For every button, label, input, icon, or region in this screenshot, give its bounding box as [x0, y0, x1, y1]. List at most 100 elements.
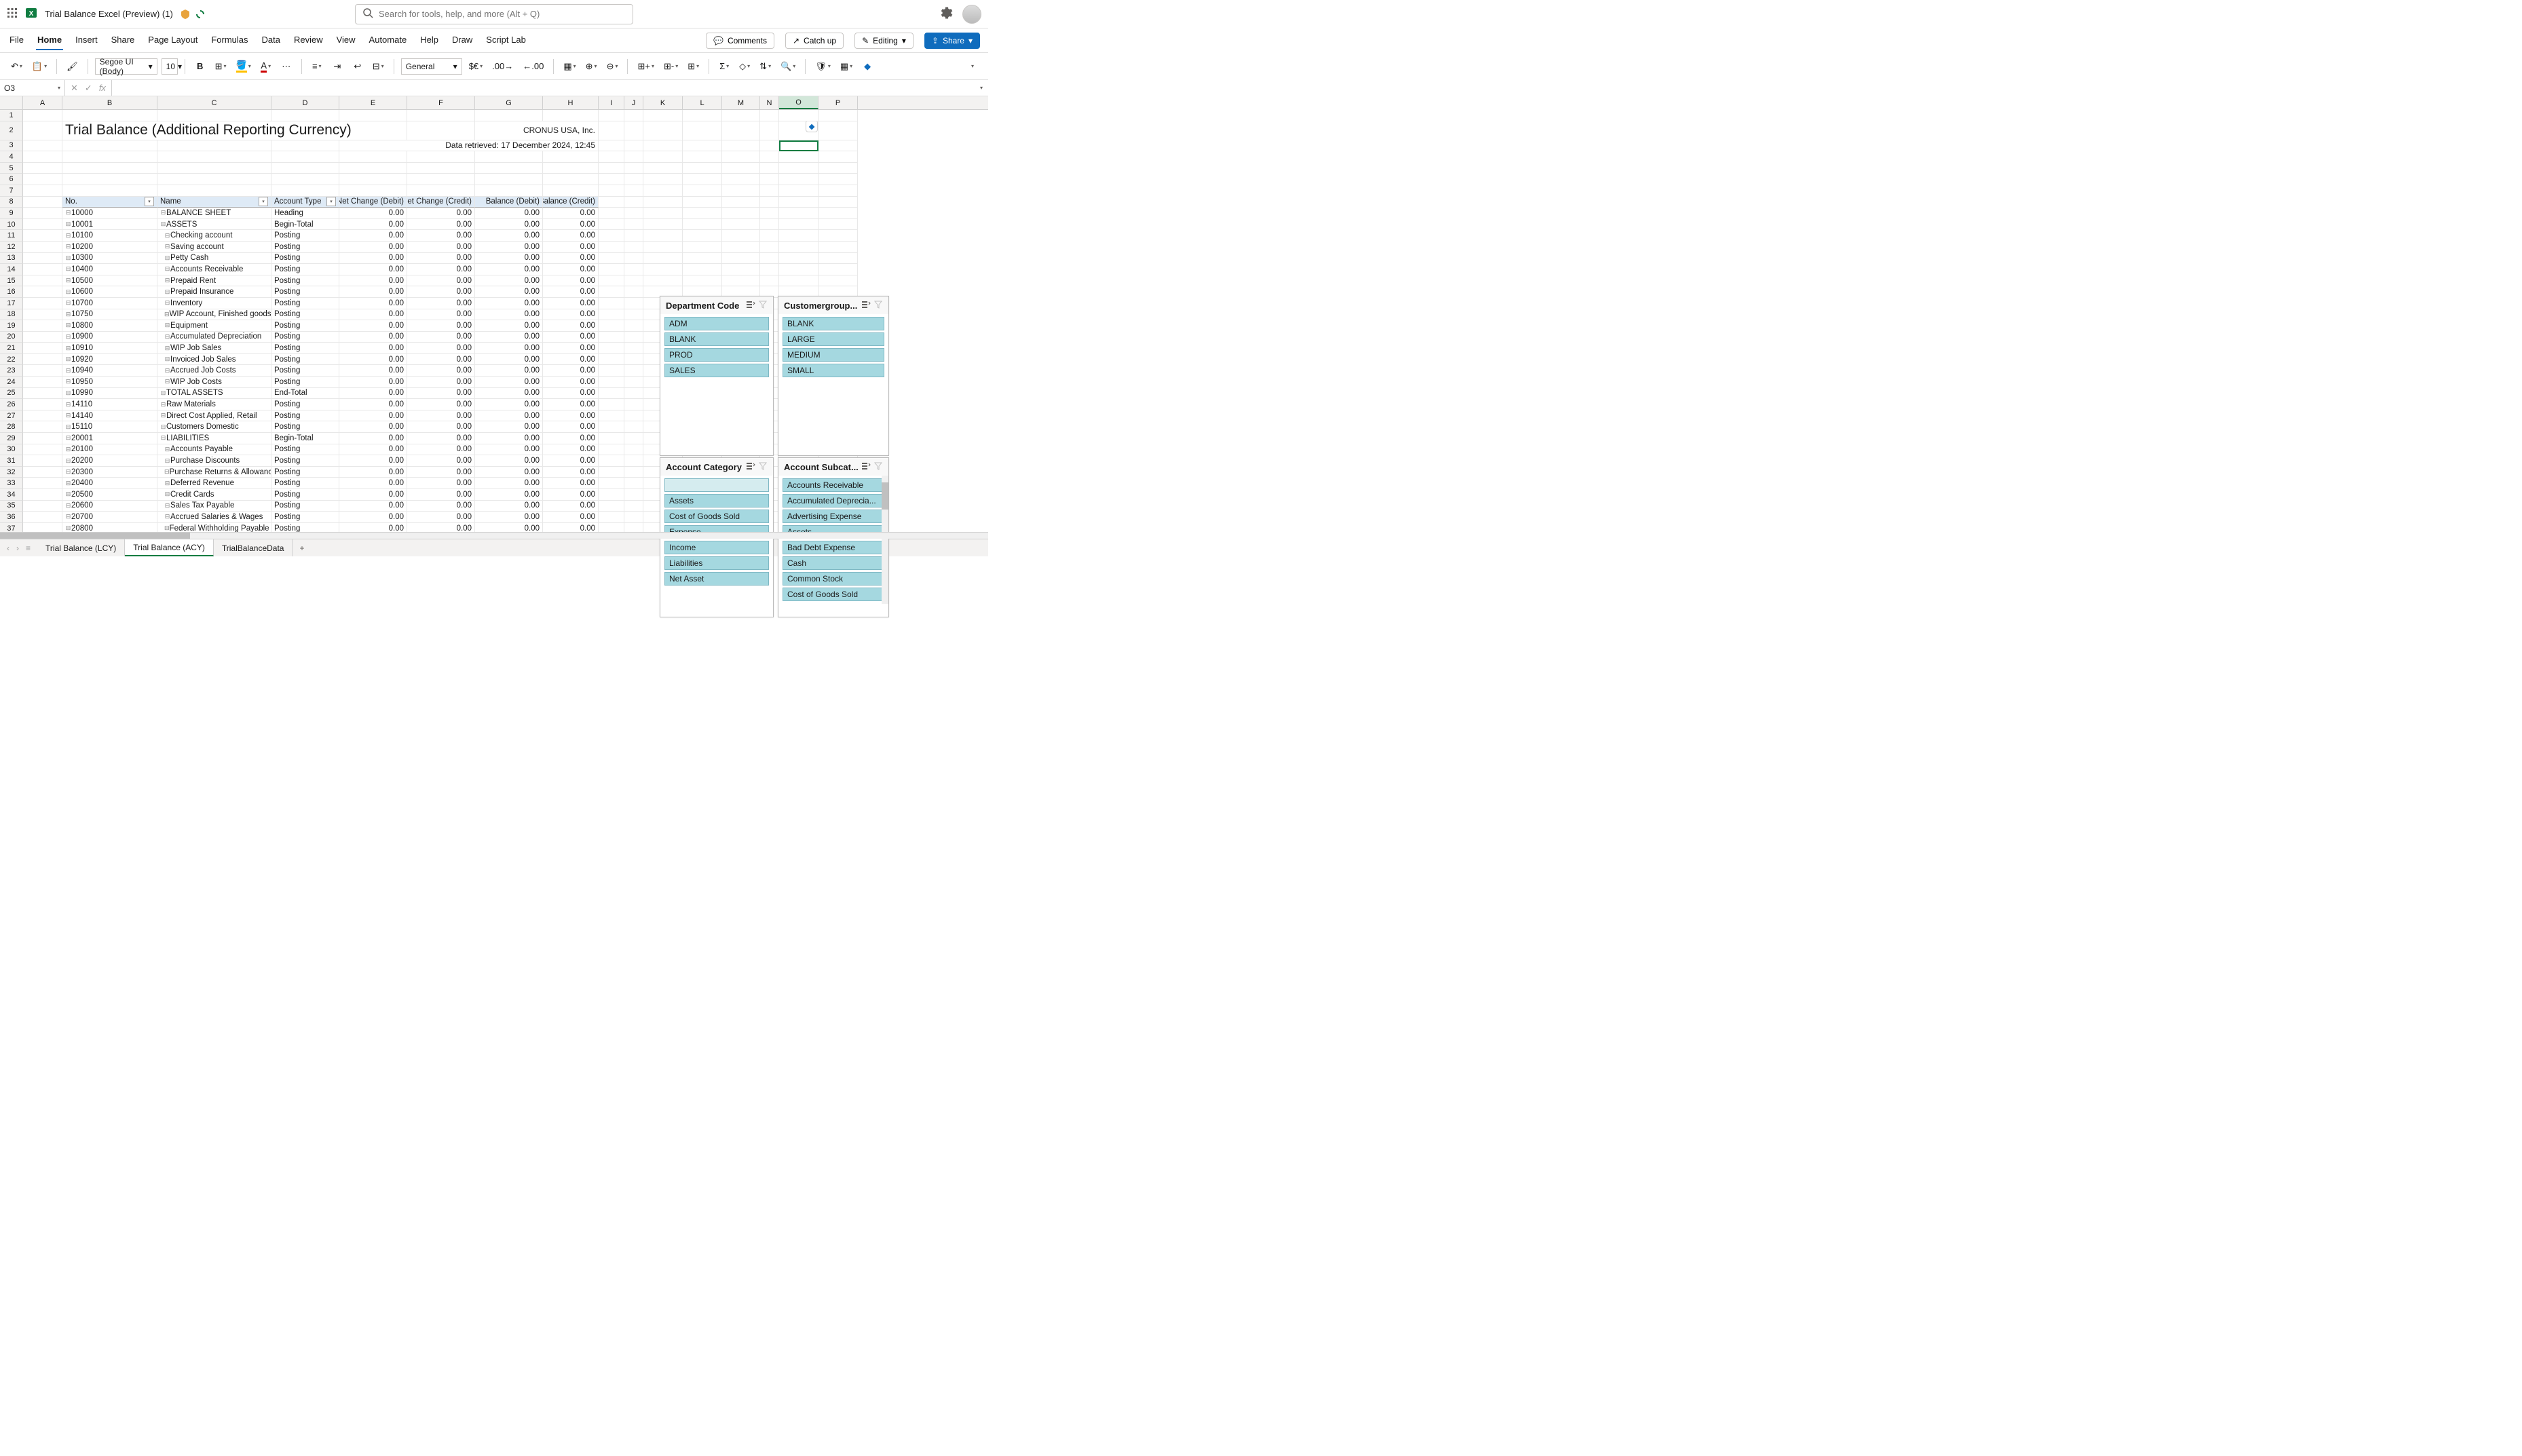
net-change-debit[interactable]: 0.00	[339, 512, 407, 523]
cell[interactable]	[599, 140, 624, 152]
col-header-F[interactable]: F	[407, 96, 475, 109]
cell[interactable]	[599, 309, 624, 321]
account-type[interactable]: End-Total	[271, 388, 339, 400]
account-name[interactable]: ⊟ Prepaid Rent	[157, 275, 271, 287]
balance-debit[interactable]: 0.00	[475, 388, 543, 400]
selected-cell[interactable]	[779, 140, 818, 152]
cell[interactable]	[23, 163, 62, 174]
cell[interactable]	[543, 110, 599, 121]
account-name[interactable]: ⊟ Equipment	[157, 320, 271, 332]
row-header[interactable]: 33	[0, 478, 23, 489]
slicer-item[interactable]: Accounts Receivable	[783, 478, 884, 492]
row-header[interactable]: 31	[0, 455, 23, 467]
cell[interactable]	[599, 512, 624, 523]
cell[interactable]	[23, 298, 62, 309]
cell[interactable]	[779, 230, 818, 242]
balance-debit[interactable]: 0.00	[475, 242, 543, 253]
account-name[interactable]: ⊟ Accounts Payable	[157, 444, 271, 456]
balance-debit[interactable]: 0.00	[475, 264, 543, 275]
account-type[interactable]: Posting	[271, 523, 339, 532]
cell[interactable]	[722, 253, 760, 265]
col-header-A[interactable]: A	[23, 96, 62, 109]
sheet-tab[interactable]: Trial Balance (ACY)	[125, 539, 214, 556]
net-change-credit[interactable]: 0.00	[407, 298, 475, 309]
cell[interactable]	[624, 208, 643, 219]
cell[interactable]	[624, 151, 643, 163]
cell[interactable]	[643, 140, 683, 152]
col-header-K[interactable]: K	[643, 96, 683, 109]
font-family-select[interactable]: Segoe UI (Body)▾	[95, 58, 157, 75]
account-no[interactable]: ⊟10700	[62, 298, 157, 309]
row-header[interactable]: 14	[0, 264, 23, 275]
cell[interactable]	[624, 320, 643, 332]
cell[interactable]	[599, 121, 624, 140]
net-change-debit[interactable]: 0.00	[339, 377, 407, 388]
cell[interactable]	[599, 410, 624, 422]
slicer-item[interactable]: Accumulated Deprecia...	[783, 494, 884, 507]
cell[interactable]	[624, 185, 643, 197]
slicer-item[interactable]: BLANK	[664, 332, 769, 346]
cell[interactable]	[760, 230, 779, 242]
bold-button[interactable]: B	[192, 58, 208, 75]
row-header[interactable]: 1	[0, 110, 23, 121]
row-header[interactable]: 12	[0, 242, 23, 253]
cell[interactable]	[271, 174, 339, 185]
cell[interactable]	[818, 230, 858, 242]
menu-home[interactable]: Home	[36, 31, 63, 50]
net-change-debit[interactable]: 0.00	[339, 478, 407, 489]
col-header-L[interactable]: L	[683, 96, 722, 109]
net-change-credit[interactable]: 0.00	[407, 377, 475, 388]
cell[interactable]	[760, 264, 779, 275]
row-header[interactable]: 9	[0, 208, 23, 219]
cell[interactable]	[624, 121, 643, 140]
cell[interactable]	[599, 230, 624, 242]
net-change-credit[interactable]: 0.00	[407, 242, 475, 253]
cell[interactable]	[543, 185, 599, 197]
cell[interactable]	[23, 264, 62, 275]
menu-page-layout[interactable]: Page Layout	[147, 31, 199, 50]
multiselect-icon[interactable]	[861, 461, 871, 473]
cell[interactable]	[23, 523, 62, 532]
account-type[interactable]: Posting	[271, 354, 339, 366]
account-type[interactable]: Posting	[271, 275, 339, 287]
cell[interactable]	[779, 174, 818, 185]
net-change-credit[interactable]: 0.00	[407, 478, 475, 489]
balance-credit[interactable]: 0.00	[543, 478, 599, 489]
cell[interactable]	[624, 110, 643, 121]
number-format-select[interactable]: General▾	[401, 58, 462, 75]
cell[interactable]	[760, 151, 779, 163]
cell[interactable]	[722, 140, 760, 152]
balance-credit[interactable]: 0.00	[543, 410, 599, 422]
slicer-custgrp[interactable]: Customergroup...BLANKLARGEMEDIUMSMALL	[778, 296, 889, 456]
account-type[interactable]: Posting	[271, 286, 339, 298]
slicer-item[interactable]: MEDIUM	[783, 348, 884, 362]
net-change-credit[interactable]: 0.00	[407, 399, 475, 410]
cell[interactable]	[760, 219, 779, 231]
sensitivity-button[interactable]: 🛡▾	[812, 58, 833, 75]
cell[interactable]	[475, 174, 543, 185]
tab-next-icon[interactable]: ›	[16, 543, 19, 553]
net-change-credit[interactable]: 0.00	[407, 320, 475, 332]
col-header-I[interactable]: I	[599, 96, 624, 109]
slicer-item[interactable]	[664, 478, 769, 492]
cell[interactable]	[760, 208, 779, 219]
cell[interactable]	[624, 388, 643, 400]
row-header[interactable]: 13	[0, 253, 23, 265]
cell[interactable]	[23, 253, 62, 265]
cell[interactable]	[23, 230, 62, 242]
net-change-debit[interactable]: 0.00	[339, 320, 407, 332]
cell[interactable]	[818, 197, 858, 208]
cell[interactable]	[722, 185, 760, 197]
balance-credit[interactable]: 0.00	[543, 264, 599, 275]
cell[interactable]	[157, 151, 271, 163]
net-change-debit[interactable]: 0.00	[339, 332, 407, 343]
report-title[interactable]: Trial Balance (Additional Reporting Curr…	[62, 121, 407, 140]
cell[interactable]	[818, 219, 858, 231]
account-no[interactable]: ⊟20800	[62, 523, 157, 532]
cell[interactable]	[722, 208, 760, 219]
net-change-credit[interactable]: 0.00	[407, 343, 475, 354]
merge-button[interactable]: ⊟▾	[370, 58, 387, 75]
align-button[interactable]: ≡▾	[309, 58, 325, 75]
cell[interactable]	[624, 433, 643, 444]
balance-debit[interactable]: 0.00	[475, 365, 543, 377]
